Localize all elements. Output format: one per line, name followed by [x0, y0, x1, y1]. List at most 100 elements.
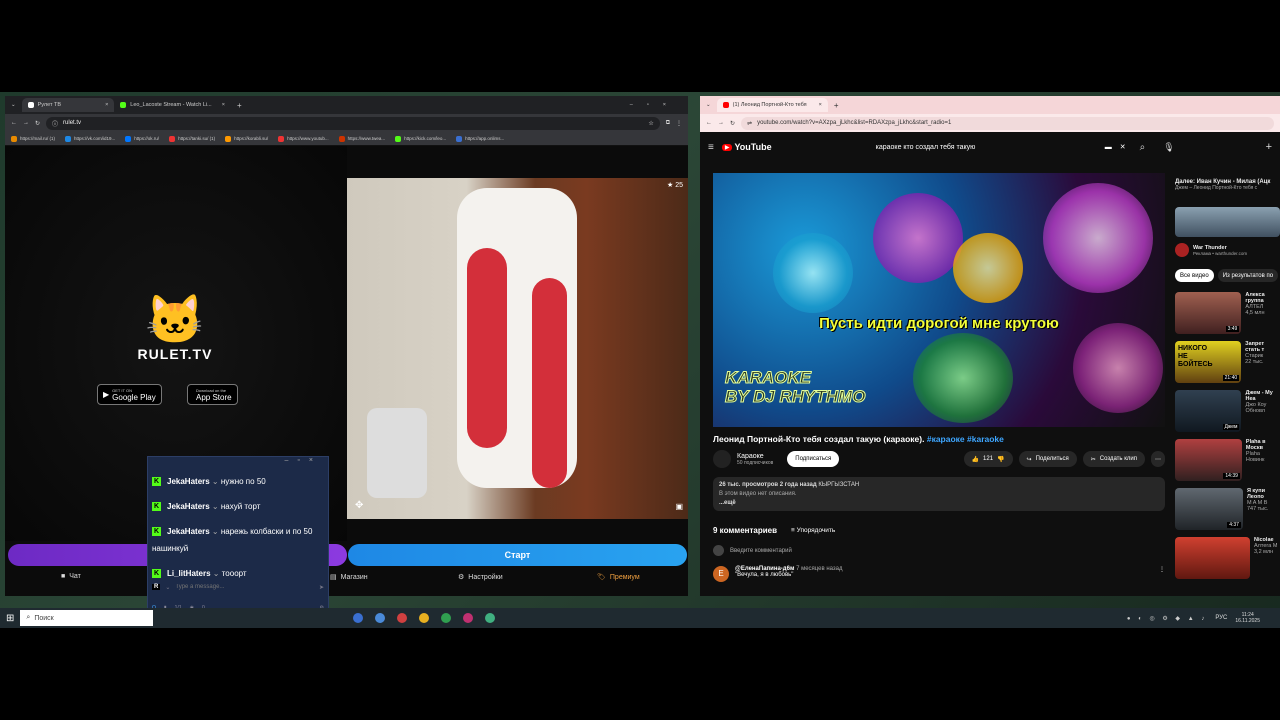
app-icon[interactable] — [485, 613, 496, 623]
close-icon[interactable]: × — [819, 102, 822, 108]
tab-kick[interactable]: Leo_Lacoste Stream - Watch Li... × — [114, 98, 231, 112]
clear-icon[interactable]: ✕ — [1120, 143, 1126, 151]
channel-avatar[interactable] — [713, 450, 731, 468]
forward-icon[interactable]: → — [718, 120, 724, 126]
chat-username[interactable]: JekaHaters — [167, 502, 210, 511]
language-indicator[interactable]: РУС — [1215, 615, 1227, 621]
ad-banner[interactable] — [1175, 207, 1280, 237]
like-button[interactable]: 👍 121 👎 — [963, 451, 1013, 467]
bookmark-item[interactable]: https://vk.com/id19... — [65, 135, 115, 142]
bookmark-item[interactable]: https://www.youtub... — [278, 135, 329, 142]
windows-start-icon[interactable]: ⊞ — [6, 613, 14, 624]
chat-username[interactable]: JekaHaters — [167, 527, 210, 536]
tray-icons[interactable]: ● ◐ ◎ ⚙ ◆ ▲ ♪ — [1127, 615, 1207, 622]
new-tab-icon[interactable]: + — [237, 101, 242, 110]
commenter-avatar[interactable]: E — [713, 566, 729, 582]
clip-button[interactable]: ✂ Создать клип — [1082, 451, 1145, 467]
side-video-item[interactable]: 4:37 Я купи Леопо M A M B 747 тыс. — [1175, 488, 1280, 530]
video-thumbnail[interactable]: 14:39 — [1175, 439, 1242, 481]
video-player[interactable]: Пусть идти дорогой мне крутою KARAOKE BY … — [713, 173, 1165, 427]
chat-window-controls[interactable]: –▫× — [148, 457, 328, 469]
youtube-search-box[interactable]: караоке кто создал тебя такую ▬ ✕ — [876, 139, 1126, 155]
chat-username[interactable]: JekaHaters — [167, 477, 210, 486]
keyboard-icon[interactable]: ▬ — [1105, 144, 1112, 151]
chevron-down-icon[interactable]: ⌄ — [211, 569, 222, 578]
nav-shop[interactable]: ▤ Магазин — [330, 573, 368, 582]
side-video-item[interactable]: 14:39 Plaha в Москв Plaha Новинк — [1175, 439, 1280, 481]
chevron-down-icon[interactable]: ⌄ — [210, 527, 221, 536]
bookmark-item[interactable]: https://www.twea... — [338, 135, 385, 142]
video-thumbnail[interactable]: 4:37 — [1175, 488, 1243, 530]
description-box[interactable]: 26 тыс. просмотров 2 года назад КЫРГЫЗСТ… — [713, 477, 1165, 511]
filter-results-chip[interactable]: Из результатов по — [1217, 269, 1279, 282]
menu-icon[interactable]: ⋮ — [676, 120, 682, 127]
hamburger-icon[interactable]: ≡ — [708, 142, 714, 153]
side-video-item[interactable]: 3:49 Алекса группа АЛТЕЛ 4,5 млн — [1175, 292, 1280, 334]
video-thumbnail[interactable]: Джем — [1175, 390, 1242, 432]
extensions-icon[interactable]: ⧉ — [666, 120, 670, 127]
app-icon[interactable] — [375, 613, 386, 623]
video-thumbnail[interactable]: НИКОГО НЕ БОЙТЕСЬ 21:40 — [1175, 341, 1242, 383]
sort-button[interactable]: ≡ Упорядочить — [791, 527, 835, 534]
nav-premium[interactable]: 🏷 Премиум — [597, 573, 640, 582]
comment-menu-icon[interactable]: ⋮ — [1159, 566, 1165, 573]
tab-rulet[interactable]: Рулет ТВ × — [21, 98, 115, 112]
app-icon[interactable] — [463, 613, 474, 623]
chrome-icon[interactable] — [419, 613, 430, 623]
side-video-item[interactable]: Nicolae Алтега М 3,2 млн — [1175, 537, 1280, 579]
video-title[interactable]: Джем - My Hea — [1245, 390, 1280, 402]
hashtags-link[interactable]: #караоке #karaoke — [927, 434, 1004, 444]
video-thumbnail[interactable]: 3:49 — [1175, 292, 1242, 334]
chevron-down-icon[interactable]: ⌄ — [210, 477, 221, 486]
video-title[interactable]: Запрет стать т — [1245, 341, 1280, 353]
site-info-icon[interactable]: ⓘ — [52, 119, 58, 128]
filter-all-chip[interactable]: Все видео — [1175, 269, 1214, 282]
show-more-link[interactable]: ...ещё — [719, 499, 1159, 508]
add-comment-row[interactable]: Введите комментарий — [713, 545, 1165, 556]
bookmark-item[interactable]: https://tanki.su/ (1) — [169, 135, 215, 142]
side-video-item[interactable]: Джем Джем - My Hea Джо Коу Обновл — [1175, 390, 1280, 432]
thumbs-down-icon[interactable]: 👎 — [997, 456, 1004, 463]
chevron-down-icon[interactable]: ⌄ — [165, 584, 170, 591]
mic-icon[interactable]: 🎙 — [1163, 142, 1174, 153]
clock[interactable]: 11:24 16.11.2025 — [1235, 612, 1260, 624]
app-store-button[interactable]: Download on the App Store — [187, 384, 238, 405]
start-button[interactable]: Старт — [348, 544, 687, 566]
close-icon[interactable]: × — [222, 102, 225, 108]
video-title[interactable]: Plaha в Москв — [1246, 439, 1280, 451]
chat-username[interactable]: Li_litHaters — [167, 569, 211, 578]
video-thumbnail[interactable] — [1175, 537, 1250, 579]
tab-search-icon[interactable]: ⌄ — [11, 102, 16, 108]
subscribe-button[interactable]: Подписаться — [787, 451, 840, 467]
forward-icon[interactable]: → — [23, 120, 29, 126]
youtube-logo-text[interactable]: YouTube — [734, 142, 771, 152]
chat-message-input[interactable] — [175, 584, 314, 590]
gift-icon[interactable]: ▣ — [675, 502, 683, 511]
bookmark-item[interactable]: https://mail.ru/ (1) — [11, 135, 55, 142]
star-icon[interactable]: ☆ — [648, 120, 653, 127]
back-icon[interactable]: ← — [11, 120, 17, 126]
back-icon[interactable]: ← — [706, 120, 712, 126]
nav-chat[interactable]: ■ Чат — [61, 573, 81, 580]
search-icon[interactable]: ⌕ — [1140, 142, 1146, 153]
google-play-button[interactable]: ▶ GET IT ON Google Play — [97, 384, 162, 405]
new-tab-icon[interactable]: + — [834, 101, 839, 110]
edge-icon[interactable] — [353, 613, 364, 623]
video-title[interactable]: Я купи Леопо — [1247, 488, 1280, 500]
nav-settings[interactable]: ⚙ Настройки — [458, 573, 503, 582]
move-icon[interactable]: ✥ — [355, 500, 363, 511]
url-input[interactable]: ⓘ rulet.tv ☆ — [46, 116, 660, 130]
close-icon[interactable]: × — [105, 102, 108, 108]
create-icon[interactable]: + — [1266, 141, 1272, 153]
share-button[interactable]: ↪ Поделиться — [1018, 451, 1077, 467]
bookmark-item[interactable]: https://korabli.su/ — [225, 135, 268, 142]
channel-name[interactable]: Караоке — [737, 453, 773, 460]
taskbar-search[interactable]: ⌕ Поиск — [20, 610, 154, 626]
chrome-icon[interactable] — [441, 613, 452, 623]
bookmark-item[interactable]: https://app.onlims... — [456, 135, 504, 142]
tab-search-icon[interactable]: ⌄ — [706, 102, 711, 108]
bookmark-item[interactable]: https://ok.ru/ — [125, 135, 159, 142]
tab-youtube[interactable]: (1) Леонид Портной-Кто тебя × — [716, 98, 828, 112]
youtube-logo-icon[interactable]: ▶ — [721, 143, 733, 151]
url-input[interactable]: ⇌ youtube.com/watch?v=AXzpa_jLkhc&list=RD… — [741, 116, 1274, 130]
